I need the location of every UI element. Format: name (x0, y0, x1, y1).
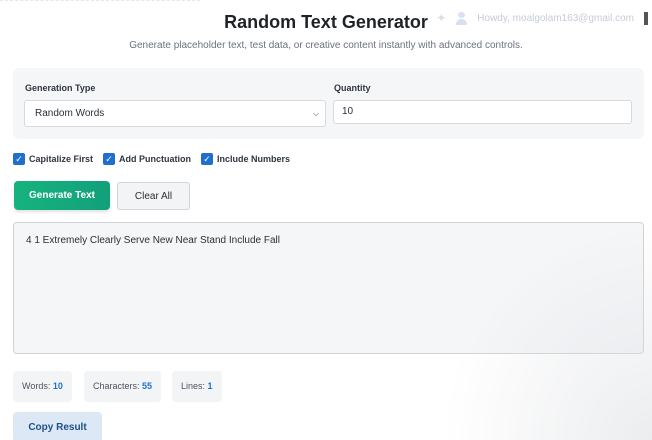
generation-type-select[interactable]: Random Words ⌵ (24, 100, 326, 127)
words-count: 10 (52, 381, 63, 391)
lines-count: 1 (207, 381, 213, 391)
words-label: Words: (22, 381, 51, 391)
add-punctuation-checkbox[interactable]: ✓ Add Punctuation (103, 153, 191, 165)
option-label: Include Numbers (217, 154, 291, 164)
characters-stat: Characters: 55 (84, 371, 162, 402)
checkbox-checked-icon[interactable]: ✓ (201, 153, 214, 165)
page: ✦ Howdy, moalgolam163@gmail.com Random T… (0, 0, 652, 440)
checkbox-checked-icon[interactable]: ✓ (103, 153, 116, 165)
page-title: Random Text Generator (224, 12, 428, 32)
quantity-value: 10 (342, 106, 354, 117)
generation-type-value: Random Words (35, 108, 105, 119)
option-label: Capitalize First (29, 154, 94, 164)
checkbox-checked-icon[interactable]: ✓ (13, 153, 25, 165)
quantity-input[interactable]: 10 (333, 100, 632, 124)
generation-type-label: Generation Type (25, 83, 96, 93)
options-row: ✓ Capitalize First ✓ Add Punctuation ✓ I… (13, 152, 300, 166)
page-subtitle: Generate placeholder text, test data, or… (129, 40, 523, 51)
words-stat: Words: 10 (13, 371, 72, 402)
copy-result-button[interactable]: Copy Result (13, 412, 102, 440)
lines-label: Lines: (181, 381, 206, 391)
settings-panel: Generation Type Random Words ⌵ Quantity … (13, 68, 644, 139)
characters-label: Characters: (93, 381, 140, 391)
top-divider (0, 0, 200, 3)
lines-stat: Lines: 1 (172, 371, 222, 402)
quantity-label: Quantity (334, 83, 371, 93)
chevron-down-icon: ⌵ (312, 109, 319, 118)
output-text: 4 1 Extremely Clearly Serve New Near Sta… (26, 235, 280, 246)
characters-count: 55 (142, 381, 153, 391)
output-textarea[interactable]: 4 1 Extremely Clearly Serve New Near Sta… (13, 222, 644, 354)
capitalize-first-checkbox[interactable]: ✓ Capitalize First (13, 153, 93, 165)
include-numbers-checkbox[interactable]: ✓ Include Numbers (201, 153, 290, 165)
clear-button[interactable]: Clear All (117, 182, 190, 210)
option-label: Add Punctuation (119, 154, 192, 164)
generate-button[interactable]: Generate Text (14, 181, 110, 210)
